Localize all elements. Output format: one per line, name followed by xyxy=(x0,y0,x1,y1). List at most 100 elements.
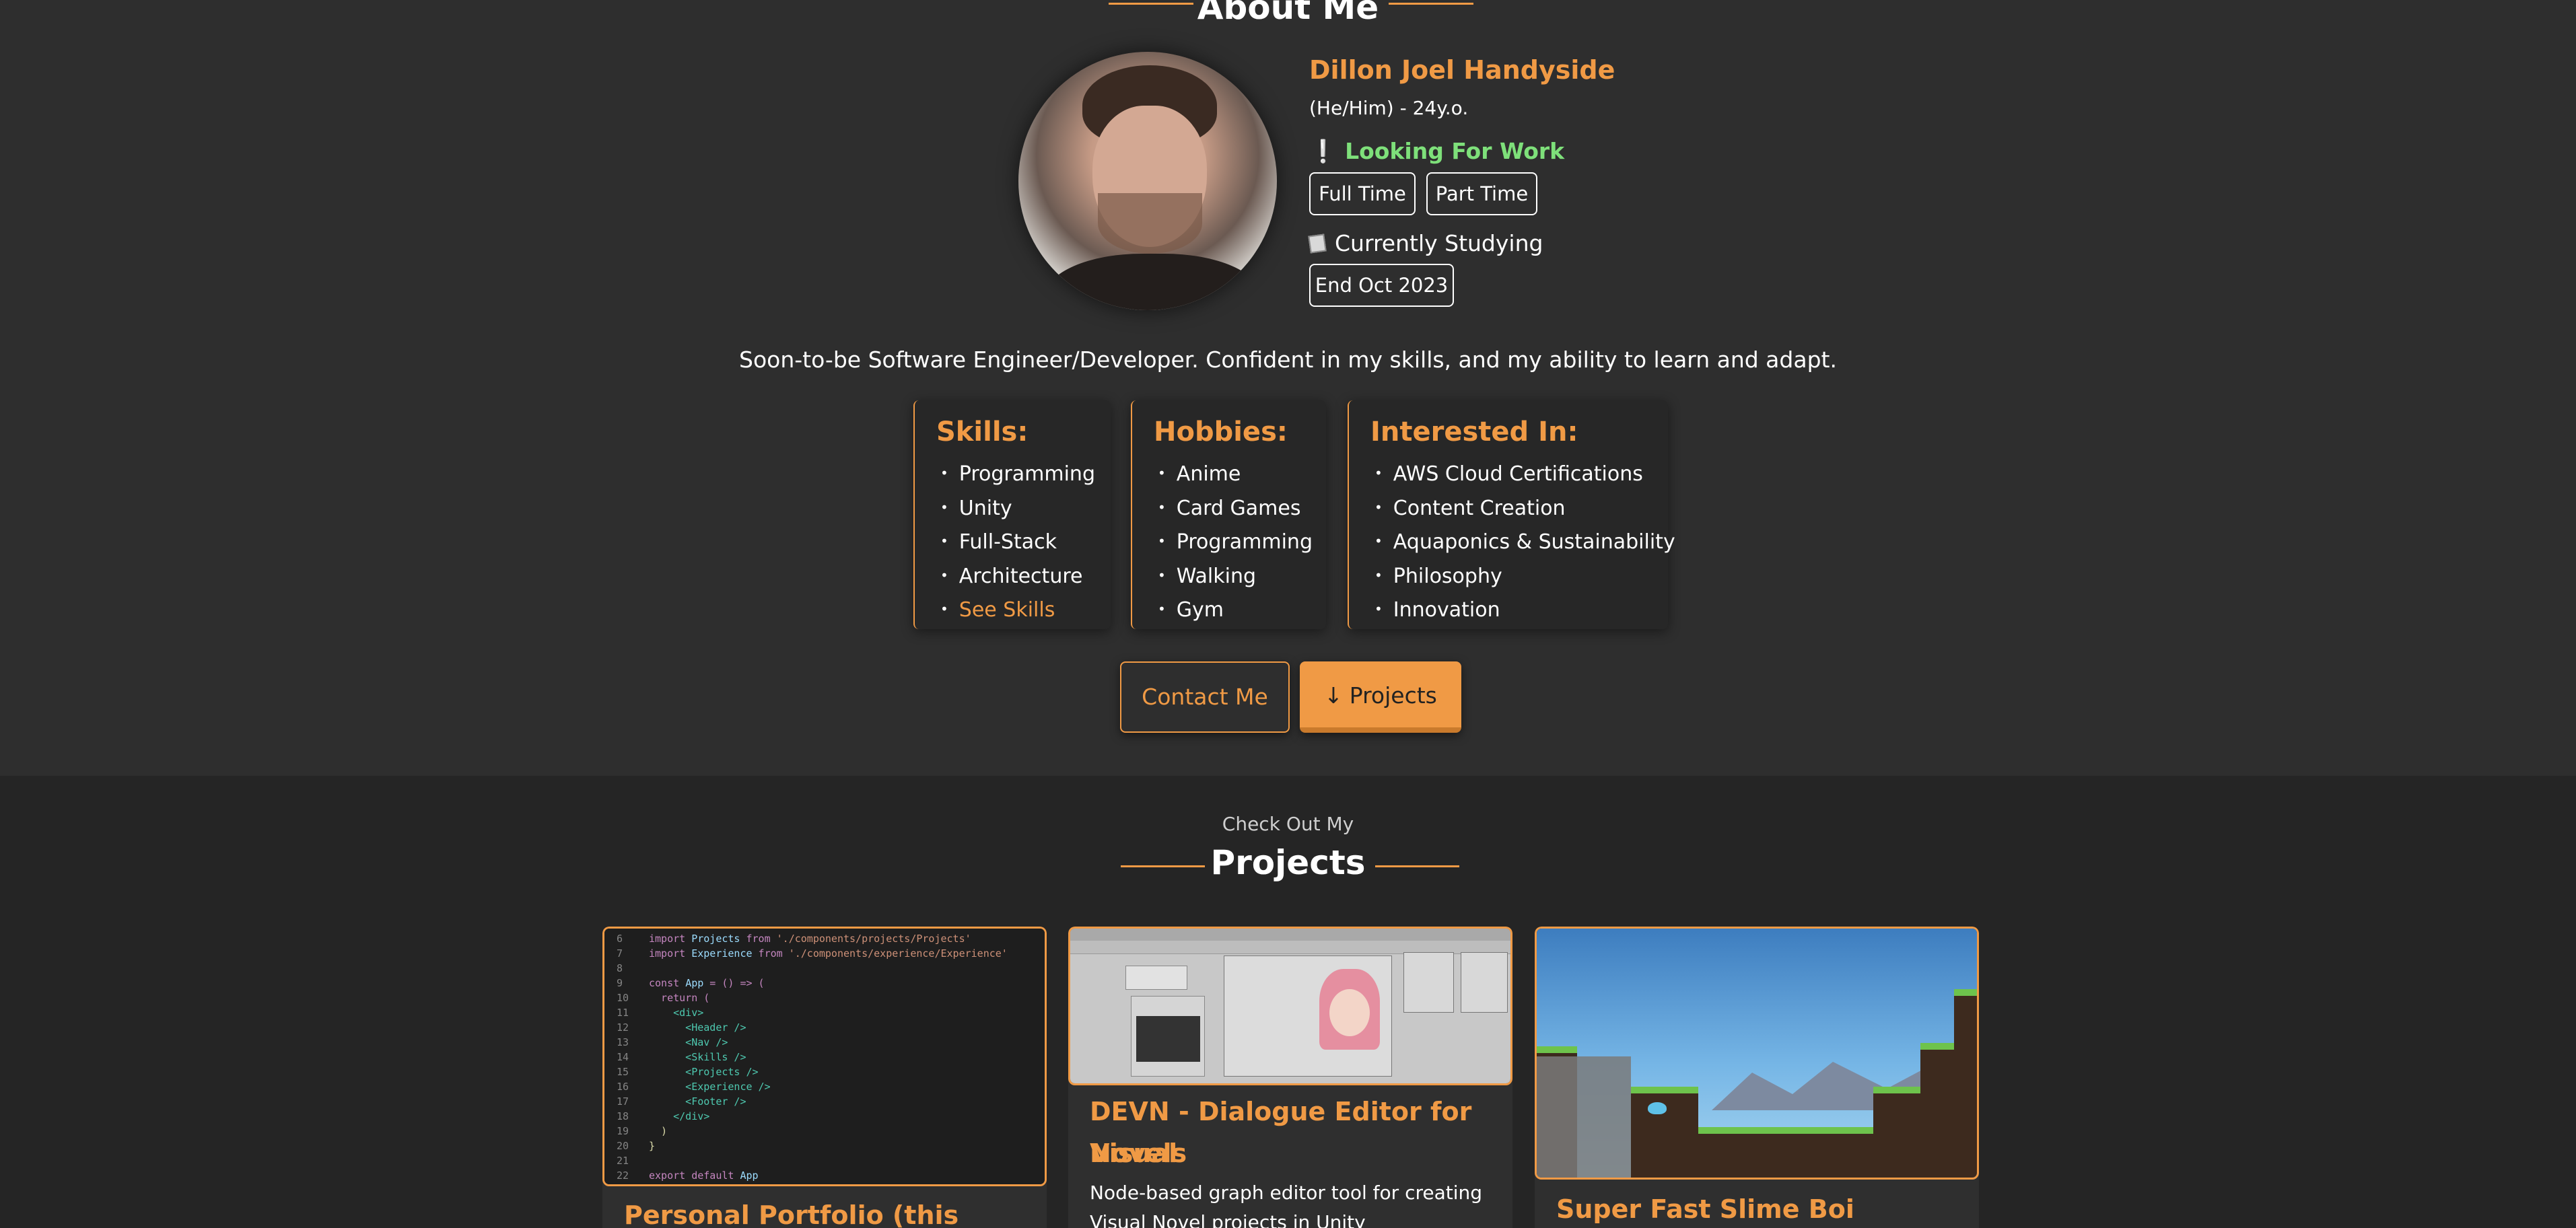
code-line: 17 <Footer /> xyxy=(617,1094,1045,1109)
hobbies-card: Hobbies: Anime Card Games Programming Wa… xyxy=(1131,400,1326,629)
line-number: 17 xyxy=(617,1095,629,1108)
code-line: 15 <Projects /> xyxy=(617,1064,1045,1079)
line-number: 9 xyxy=(617,977,623,989)
line-number: 15 xyxy=(617,1066,629,1078)
code-token: Projects xyxy=(691,933,740,945)
projects-eyebrow: Check Out My xyxy=(1222,813,1354,835)
pill-study-end: End Oct 2023 xyxy=(1309,264,1454,307)
code-line: 12 <Header /> xyxy=(617,1020,1045,1035)
heading-line-right xyxy=(1389,3,1473,5)
project-title: Super Fast Slime Boi xyxy=(1556,1194,1854,1224)
interests-card: Interested In: AWS Cloud Certifications … xyxy=(1348,400,1675,629)
line-number: 18 xyxy=(617,1110,629,1122)
code-token: <Projects /> xyxy=(649,1066,759,1078)
code-token: App xyxy=(685,977,704,989)
code-screenshot: 6 import Projects from './components/proj… xyxy=(604,929,1045,1184)
tagline: Soon-to-be Software Engineer/Developer. … xyxy=(739,347,1837,373)
code-token: = () => ( xyxy=(703,977,765,989)
line-number: 6 xyxy=(617,933,623,945)
profile-pronouns: (He/Him) - 24y.o. xyxy=(1309,97,1469,119)
code-token: ) xyxy=(649,1125,668,1137)
code-token: </div> xyxy=(649,1110,710,1122)
line-number: 22 xyxy=(617,1169,629,1182)
line-number: 11 xyxy=(617,1007,629,1019)
hobbies-list: Anime Card Games Programming Walking Gym xyxy=(1158,457,1313,627)
line-number: 14 xyxy=(617,1051,629,1063)
line-number: 7 xyxy=(617,947,623,960)
about-section: About Me Dillon Joel Handyside (He/Him) … xyxy=(0,0,2576,776)
game-screenshot xyxy=(1537,929,1977,1178)
code-line: 20} xyxy=(617,1139,1045,1153)
code-line: 22 export default App xyxy=(617,1168,1045,1183)
code-token: const xyxy=(649,977,686,989)
book-icon xyxy=(1308,233,1327,254)
about-heading: About Me xyxy=(1197,0,1379,27)
interests-title: Interested In: xyxy=(1370,417,1578,447)
skills-title: Skills: xyxy=(936,417,1029,447)
list-item: AWS Cloud Certifications xyxy=(1374,457,1675,491)
line-number: 19 xyxy=(617,1125,629,1137)
list-item: Walking xyxy=(1158,559,1313,593)
code-line: 19 ) xyxy=(617,1124,1045,1139)
code-token: <Nav /> xyxy=(649,1036,728,1048)
project-card-slime[interactable]: Super Fast Slime Boi xyxy=(1535,927,1979,1228)
list-item: Gym xyxy=(1158,593,1313,627)
editor-screenshot xyxy=(1070,929,1510,1083)
pill-full-time: Full Time xyxy=(1309,172,1416,215)
skills-card: Skills: Programming Unity Full-Stack Arc… xyxy=(913,400,1111,629)
heading-line-right xyxy=(1375,865,1459,867)
project-title: Personal Portfolio (this website!) xyxy=(624,1200,959,1228)
looking-for-work-status: ❕ Looking For Work xyxy=(1309,138,1564,165)
code-token: './components/experience/Experience' xyxy=(788,947,1008,960)
projects-heading: Projects xyxy=(1210,843,1366,882)
projects-button-label: Projects xyxy=(1349,682,1437,709)
project-title-line2: Novels xyxy=(1090,1139,1187,1168)
project-thumbnail-editor xyxy=(1068,927,1512,1085)
code-line: 21 xyxy=(617,1153,1045,1168)
projects-section: Check Out My Projects 6 import Projects f… xyxy=(0,776,2576,1228)
code-token: <Experience /> xyxy=(649,1081,771,1093)
studying-label: Currently Studying xyxy=(1335,230,1543,256)
code-token: './components/projects/Projects' xyxy=(776,933,971,945)
list-item: Aquaponics & Sustainability xyxy=(1374,525,1675,559)
code-line: 14 <Skills /> xyxy=(617,1050,1045,1064)
list-item: Programming xyxy=(1158,525,1313,559)
list-item: Innovation xyxy=(1374,593,1675,627)
code-token: App xyxy=(740,1169,759,1182)
list-item: Card Games xyxy=(1158,491,1313,526)
arrow-down-icon: ↓ xyxy=(1324,682,1343,709)
code-token: import xyxy=(649,947,692,960)
code-line: 10 return ( xyxy=(617,990,1045,1005)
code-token: } xyxy=(649,1140,656,1152)
skills-list: Programming Unity Full-Stack Architectur… xyxy=(940,457,1095,627)
profile-name: Dillon Joel Handyside xyxy=(1309,55,1615,85)
line-number: 8 xyxy=(617,962,623,974)
code-line: 8 xyxy=(617,961,1045,976)
list-item: Philosophy xyxy=(1374,559,1675,593)
code-token: <div> xyxy=(649,1007,704,1019)
code-token: from xyxy=(740,933,777,945)
code-token: from xyxy=(752,947,789,960)
line-number: 12 xyxy=(617,1021,629,1034)
code-line: 6 import Projects from './components/proj… xyxy=(617,931,1045,946)
projects-button[interactable]: ↓ Projects xyxy=(1300,661,1461,733)
list-item: Programming xyxy=(940,457,1095,491)
contact-me-button[interactable]: Contact Me xyxy=(1120,661,1290,733)
project-thumbnail-code: 6 import Projects from './components/proj… xyxy=(602,927,1047,1186)
code-line: 16 <Experience /> xyxy=(617,1079,1045,1094)
line-number: 16 xyxy=(617,1081,629,1093)
code-line: 11 <div> xyxy=(617,1005,1045,1020)
project-desc-line2: Visual Novel projects in Unity xyxy=(1090,1211,1366,1228)
pill-part-time: Part Time xyxy=(1426,172,1537,215)
see-skills-link[interactable]: See Skills xyxy=(940,593,1095,627)
list-item: Content Creation xyxy=(1374,491,1675,526)
hobbies-title: Hobbies: xyxy=(1154,417,1288,447)
code-token: <Footer /> xyxy=(649,1095,746,1108)
project-card-portfolio[interactable]: 6 import Projects from './components/proj… xyxy=(602,927,1047,1228)
line-number: 10 xyxy=(617,992,629,1004)
list-item: Anime xyxy=(1158,457,1313,491)
code-line: 18 </div> xyxy=(617,1109,1045,1124)
list-item: Full-Stack xyxy=(940,525,1095,559)
project-card-devn[interactable]: DEVN - Dialogue Editor for Visual Novels… xyxy=(1068,927,1512,1228)
project-desc-line1: Node-based graph editor tool for creatin… xyxy=(1090,1182,1483,1204)
